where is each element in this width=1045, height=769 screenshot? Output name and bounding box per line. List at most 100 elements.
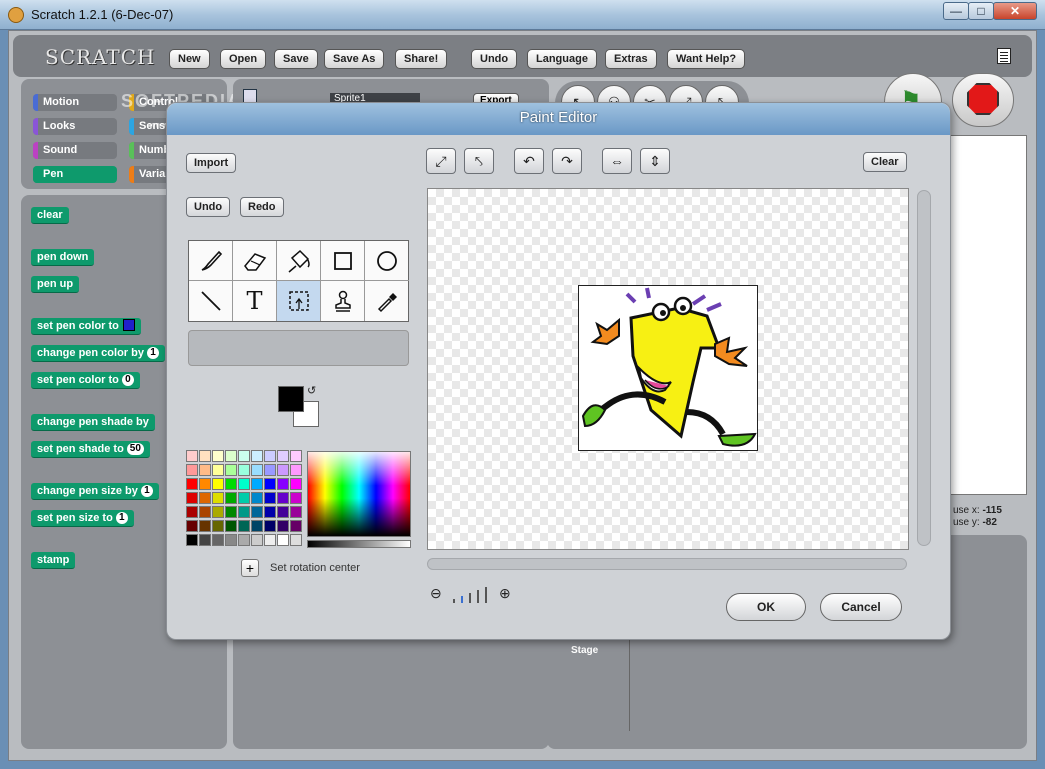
palette-swatch[interactable] xyxy=(277,478,289,490)
category-looks[interactable]: Looks xyxy=(33,118,117,135)
open-button[interactable]: Open xyxy=(220,49,267,69)
zoom-level-tick[interactable] xyxy=(469,593,471,603)
block-stamp[interactable]: stamp xyxy=(31,552,76,569)
line-icon[interactable] xyxy=(189,281,233,321)
palette-swatch[interactable] xyxy=(212,534,224,546)
palette-swatch[interactable] xyxy=(225,506,237,518)
set-rotation-center-button[interactable]: + xyxy=(241,559,259,577)
canvas-vertical-scrollbar[interactable] xyxy=(917,190,931,546)
palette-swatch[interactable] xyxy=(238,520,250,532)
palette-swatch[interactable] xyxy=(225,450,237,462)
rotation-style-icon[interactable] xyxy=(243,89,257,103)
stamp-icon[interactable] xyxy=(321,281,365,321)
extras-button[interactable]: Extras xyxy=(605,49,657,69)
palette-swatch[interactable] xyxy=(225,492,237,504)
block-set-pen-color-swatch[interactable]: set pen color to xyxy=(31,318,141,335)
color-slot[interactable] xyxy=(122,319,135,331)
palette-swatch[interactable] xyxy=(238,492,250,504)
palette-swatch[interactable] xyxy=(199,464,211,476)
fill-icon[interactable] xyxy=(277,241,321,281)
number-slot[interactable]: 1 xyxy=(146,347,159,359)
redo-paint-button[interactable]: Redo xyxy=(240,197,284,217)
grayscale-ramp[interactable] xyxy=(307,540,411,548)
zoom-level-tick[interactable] xyxy=(453,599,455,603)
paint-canvas[interactable] xyxy=(427,188,909,550)
palette-swatch[interactable] xyxy=(225,520,237,532)
palette-swatch[interactable] xyxy=(212,492,224,504)
eraser-icon[interactable] xyxy=(233,241,277,281)
palette-swatch[interactable] xyxy=(290,520,302,532)
palette-swatch[interactable] xyxy=(212,506,224,518)
palette-swatch[interactable] xyxy=(186,450,198,462)
palette-swatch[interactable] xyxy=(290,506,302,518)
palette-swatch[interactable] xyxy=(251,478,263,490)
palette-swatch[interactable] xyxy=(212,520,224,532)
language-button[interactable]: Language xyxy=(527,49,597,69)
palette-swatch[interactable] xyxy=(264,492,276,504)
block-pen-down[interactable]: pen down xyxy=(31,249,95,266)
zoom-level-tick[interactable] xyxy=(485,587,487,603)
save-as-button[interactable]: Save As xyxy=(324,49,385,69)
grow-icon[interactable]: ⤢ xyxy=(426,148,456,174)
zoom-level-slider[interactable] xyxy=(451,587,493,603)
foreground-color-swatch[interactable] xyxy=(278,386,304,412)
undo-paint-button[interactable]: Undo xyxy=(186,197,231,217)
palette-swatch[interactable] xyxy=(251,534,263,546)
number-slot[interactable]: 1 xyxy=(140,485,153,497)
palette-swatch[interactable] xyxy=(225,534,237,546)
palette-swatch[interactable] xyxy=(264,506,276,518)
palette-swatch[interactable] xyxy=(186,492,198,504)
clear-canvas-button[interactable]: Clear xyxy=(863,152,907,172)
palette-swatch[interactable] xyxy=(290,450,302,462)
help-button[interactable]: Want Help? xyxy=(667,49,746,69)
palette-swatch[interactable] xyxy=(277,450,289,462)
ellipse-icon[interactable] xyxy=(365,241,409,281)
maximize-button[interactable]: □ xyxy=(968,2,994,20)
rotate-ccw-icon[interactable]: ↶ xyxy=(514,148,544,174)
palette-swatch[interactable] xyxy=(277,520,289,532)
palette-swatch[interactable] xyxy=(212,464,224,476)
notes-icon[interactable] xyxy=(997,48,1011,64)
block-clear[interactable]: clear xyxy=(31,207,69,224)
swap-colors-icon[interactable]: ↺ xyxy=(307,384,316,397)
ok-button[interactable]: OK xyxy=(726,593,806,621)
palette-swatch[interactable] xyxy=(290,464,302,476)
number-slot[interactable]: 1 xyxy=(115,512,128,524)
import-button[interactable]: Import xyxy=(186,153,237,173)
cancel-button[interactable]: Cancel xyxy=(820,593,902,621)
block-change-pen-color[interactable]: change pen color by 1 xyxy=(31,345,165,362)
palette-swatch[interactable] xyxy=(264,520,276,532)
zoom-out-icon[interactable]: ⊖ xyxy=(430,585,442,602)
palette-swatch[interactable] xyxy=(264,478,276,490)
number-slot[interactable]: 50 xyxy=(126,443,144,455)
stage-thumbnail-label[interactable]: Stage xyxy=(571,645,598,656)
brush-icon[interactable] xyxy=(189,241,233,281)
palette-swatch[interactable] xyxy=(238,450,250,462)
palette-swatch[interactable] xyxy=(290,478,302,490)
zoom-in-icon[interactable]: ⊕ xyxy=(499,585,511,602)
palette-swatch[interactable] xyxy=(251,464,263,476)
sprite-image-selection[interactable] xyxy=(578,285,758,451)
rectangle-icon[interactable] xyxy=(321,241,365,281)
block-pen-up[interactable]: pen up xyxy=(31,276,80,293)
palette-swatch[interactable] xyxy=(238,464,250,476)
category-sound[interactable]: Sound xyxy=(33,142,117,159)
palette-swatch[interactable] xyxy=(199,478,211,490)
palette-swatch[interactable] xyxy=(277,534,289,546)
palette-swatch[interactable] xyxy=(238,506,250,518)
palette-swatch[interactable] xyxy=(264,464,276,476)
palette-swatch[interactable] xyxy=(186,506,198,518)
undo-button[interactable]: Undo xyxy=(471,49,518,69)
palette-swatch[interactable] xyxy=(225,464,237,476)
palette-swatch[interactable] xyxy=(199,534,211,546)
palette-swatch[interactable] xyxy=(199,506,211,518)
eyedropper-icon[interactable] xyxy=(365,281,409,321)
palette-swatch[interactable] xyxy=(212,450,224,462)
block-set-pen-shade[interactable]: set pen shade to 50 xyxy=(31,441,150,458)
palette-swatch[interactable] xyxy=(199,492,211,504)
palette-swatch[interactable] xyxy=(264,534,276,546)
block-change-pen-shade[interactable]: change pen shade by xyxy=(31,414,155,431)
share-button[interactable]: Share! xyxy=(395,49,448,69)
palette-swatch[interactable] xyxy=(264,450,276,462)
palette-swatch[interactable] xyxy=(277,464,289,476)
